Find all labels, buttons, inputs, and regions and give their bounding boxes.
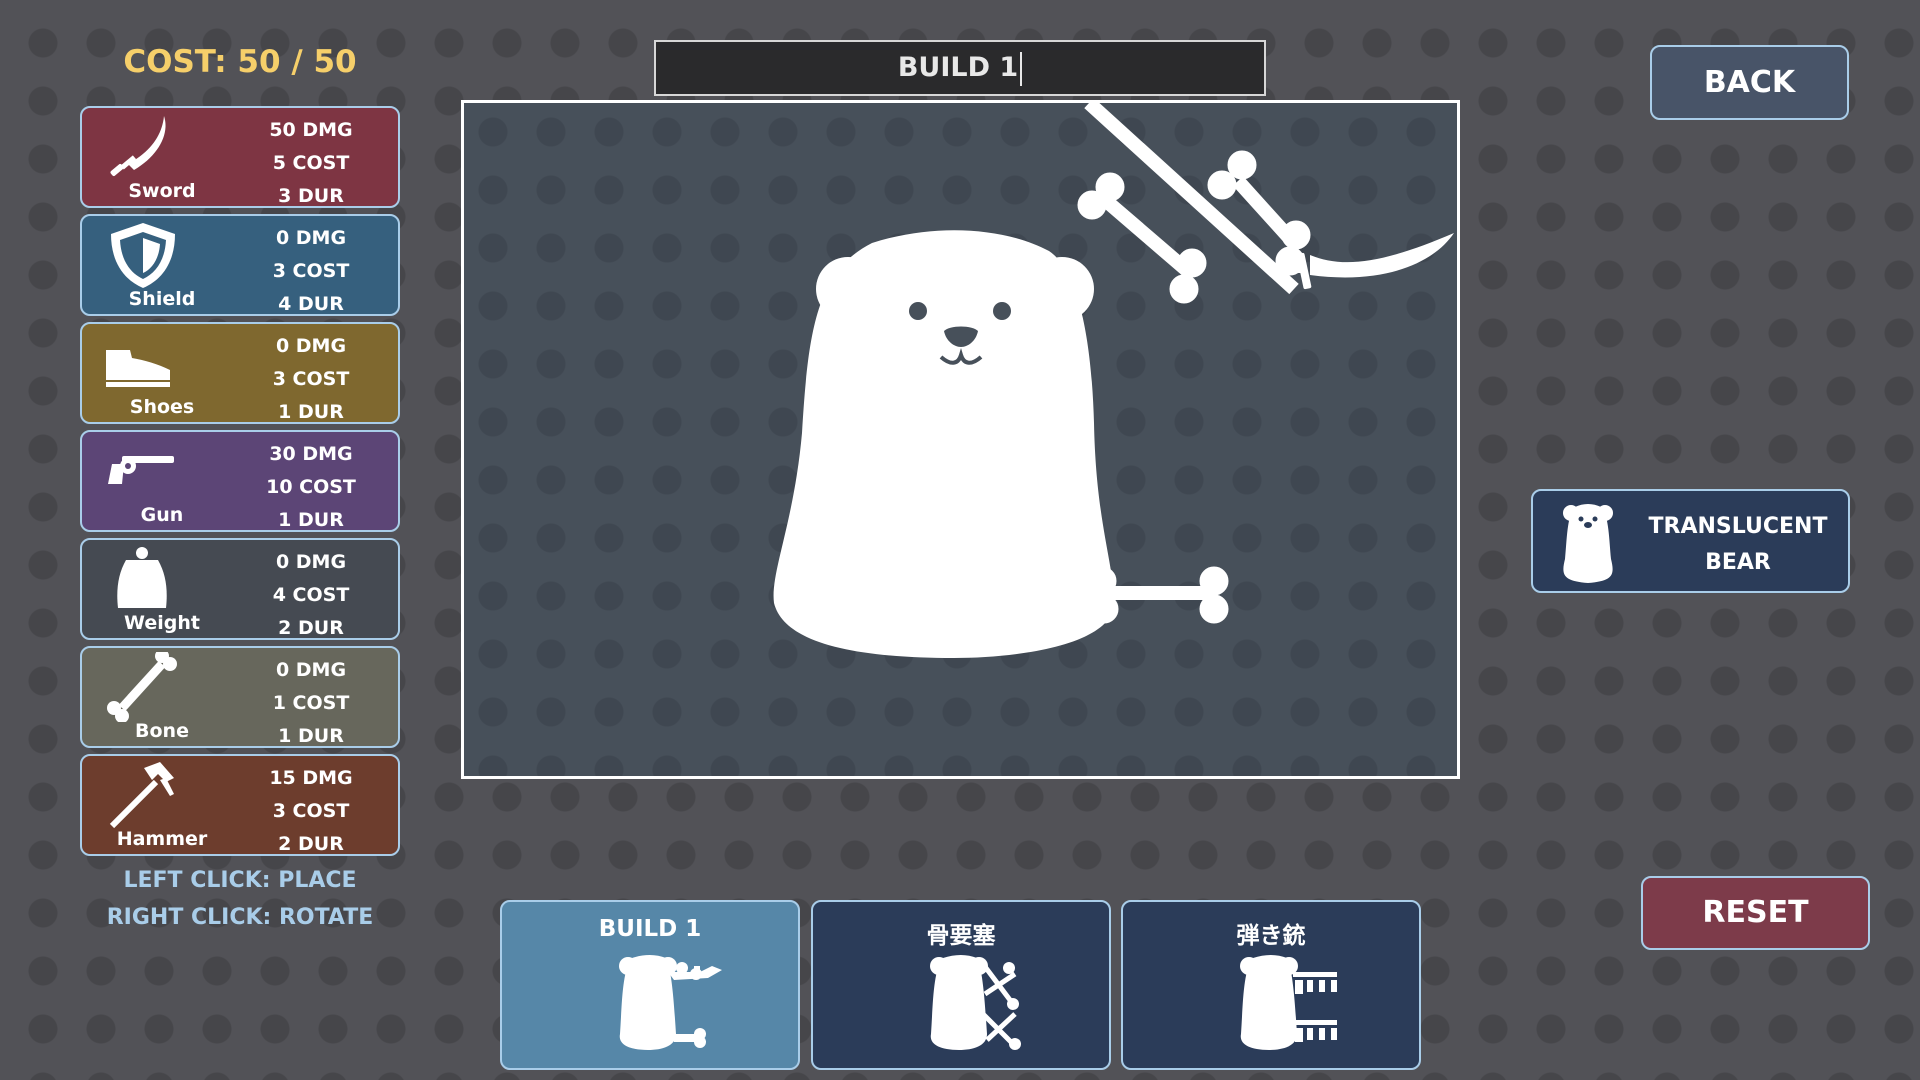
bear-icon: [1563, 504, 1613, 583]
build-canvas[interactable]: [461, 100, 1460, 779]
item-name: Bone: [135, 720, 189, 742]
controls-help: LEFT CLICK: PLACE RIGHT CLICK: ROTATE: [80, 862, 400, 936]
bone-attachments: [1077, 103, 1311, 624]
item-name: Shield: [128, 288, 196, 310]
item-shoes[interactable]: Shoes 0 DMG 3 COST 1 DUR: [80, 322, 400, 424]
character-selector[interactable]: TRANSLUCENT BEAR: [1531, 489, 1850, 593]
item-cost: 1 COST: [272, 692, 350, 714]
left-click-hint: LEFT CLICK: PLACE: [123, 868, 357, 893]
item-dmg: 15 DMG: [269, 767, 353, 789]
item-dmg: 0 DMG: [275, 227, 347, 249]
sword-icon: [110, 116, 166, 176]
build-thumbnail: [1240, 955, 1337, 1050]
item-dmg: 30 DMG: [269, 443, 353, 465]
build-thumbnail: [930, 955, 1021, 1050]
item-cost: 5 COST: [272, 152, 350, 174]
build-thumbnail: [619, 955, 722, 1050]
item-name: Hammer: [116, 828, 208, 850]
item-stats: 0 DMG 1 COST 1 DUR: [246, 654, 376, 753]
item-stats: 0 DMG 4 COST 2 DUR: [246, 546, 376, 645]
item-name: Weight: [124, 612, 200, 634]
back-button[interactable]: BACK: [1650, 45, 1849, 120]
item-dmg: 0 DMG: [275, 551, 347, 573]
item-cost: 4 COST: [272, 584, 350, 606]
hammer-icon: [109, 762, 174, 829]
item-cost: 10 COST: [266, 476, 356, 498]
item-name: Shoes: [129, 396, 195, 418]
item-stats: 0 DMG 3 COST 1 DUR: [246, 330, 376, 429]
item-stats: 0 DMG 3 COST 4 DUR: [246, 222, 376, 321]
weight-icon: [117, 547, 167, 608]
text-caret: [1020, 51, 1023, 86]
item-dur: 1 DUR: [278, 401, 344, 423]
item-dur: 1 DUR: [278, 725, 344, 747]
item-name: Sword: [128, 180, 196, 202]
build-slot-3[interactable]: 弾き銃: [1121, 900, 1421, 1070]
item-dmg: 0 DMG: [275, 335, 347, 357]
character-name-line2: BEAR: [1705, 550, 1771, 575]
shoe-icon: [106, 350, 170, 387]
item-dmg: 50 DMG: [269, 119, 353, 141]
item-cost: 3 COST: [272, 800, 350, 822]
item-cost: 3 COST: [272, 368, 350, 390]
character-name-line1: TRANSLUCENT: [1648, 514, 1828, 539]
item-dur: 3 DUR: [278, 185, 344, 207]
item-bone[interactable]: Bone 0 DMG 1 COST 1 DUR: [80, 646, 400, 748]
build-name-input[interactable]: BUILD 1: [654, 40, 1266, 96]
reset-button[interactable]: RESET: [1641, 876, 1870, 950]
item-sword[interactable]: Sword 50 DMG 5 COST 3 DUR: [80, 106, 400, 208]
item-stats: 30 DMG 10 COST 1 DUR: [246, 438, 376, 537]
character-name: TRANSLUCENT BEAR: [1643, 509, 1833, 581]
item-dur: 1 DUR: [278, 509, 344, 531]
item-weight[interactable]: Weight 0 DMG 4 COST 2 DUR: [80, 538, 400, 640]
item-dmg: 0 DMG: [275, 659, 347, 681]
build-slot-2[interactable]: 骨要塞: [811, 900, 1111, 1070]
right-click-hint: RIGHT CLICK: ROTATE: [106, 905, 374, 930]
item-cost: 3 COST: [272, 260, 350, 282]
item-hammer[interactable]: Hammer 15 DMG 3 COST 2 DUR: [80, 754, 400, 856]
cost-counter: COST: 50 / 50: [123, 44, 357, 80]
gun-icon: [108, 456, 174, 484]
bone-icon: [107, 652, 177, 722]
item-dur: 2 DUR: [278, 617, 344, 639]
item-dur: 4 DUR: [278, 293, 344, 315]
bear-character: [773, 230, 1114, 658]
build-slot-label: BUILD 1: [598, 916, 702, 942]
item-name: Gun: [140, 504, 184, 526]
build-slot-1[interactable]: BUILD 1: [500, 900, 800, 1070]
item-gun[interactable]: Gun 30 DMG 10 COST 1 DUR: [80, 430, 400, 532]
item-stats: 15 DMG 3 COST 2 DUR: [246, 762, 376, 861]
item-dur: 2 DUR: [278, 833, 344, 855]
item-stats: 50 DMG 5 COST 3 DUR: [246, 114, 376, 213]
bear-build-preview: [773, 103, 1454, 658]
item-shield[interactable]: Shield 0 DMG 3 COST 4 DUR: [80, 214, 400, 316]
build-name-value: BUILD 1: [897, 52, 1019, 83]
shield-icon: [111, 223, 175, 288]
